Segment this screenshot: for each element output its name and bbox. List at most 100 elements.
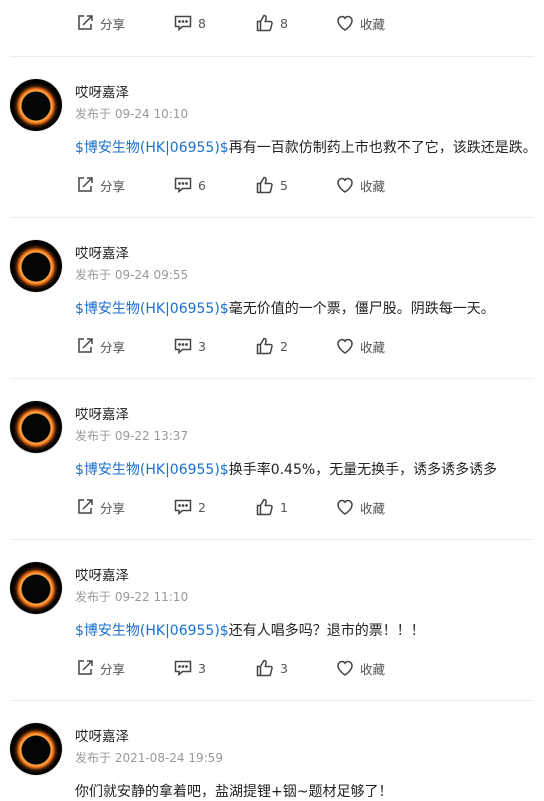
comment-icon bbox=[174, 177, 192, 194]
divider bbox=[10, 378, 534, 379]
post-content: 你们就安静的拿着吧，盐湖提锂+铟~题材足够了！ bbox=[75, 781, 392, 801]
like-count: 8 bbox=[280, 15, 288, 31]
avatar[interactable] bbox=[10, 401, 62, 453]
post-time: 发布于 2021-08-24 19:59 bbox=[75, 751, 223, 765]
post-text: 换手率0.45%，无量无换手，诱多诱多诱多 bbox=[228, 462, 498, 478]
share-icon bbox=[78, 499, 93, 514]
comment-button[interactable]: 6 bbox=[173, 175, 255, 195]
post-time: 发布于 09-22 11:10 bbox=[75, 590, 189, 604]
divider bbox=[10, 217, 534, 218]
post-item: 哎呀嘉泽 发布于 09-24 09:55 $博安生物(HK|06955)$毫无价… bbox=[0, 217, 544, 379]
share-icon bbox=[78, 15, 93, 30]
heart-icon bbox=[337, 338, 353, 354]
comment-icon bbox=[174, 499, 192, 516]
stock-link[interactable]: $博安生物(HK|06955)$ bbox=[75, 301, 229, 317]
post-item: 哎呀嘉泽 发布于 09-22 11:10 $博安生物(HK|06955)$还有人… bbox=[0, 539, 544, 701]
favorite-button[interactable]: 收藏 bbox=[335, 336, 415, 356]
comment-button[interactable]: 8 bbox=[173, 13, 255, 33]
stock-link[interactable]: $博安生物(HK|06955)$ bbox=[75, 623, 229, 639]
heart-icon bbox=[337, 177, 353, 193]
thumbs-up-icon bbox=[256, 176, 273, 194]
favorite-button[interactable]: 收藏 bbox=[335, 658, 415, 678]
avatar[interactable] bbox=[10, 79, 62, 131]
share-icon bbox=[78, 338, 93, 353]
avatar[interactable] bbox=[10, 723, 62, 775]
comment-button[interactable]: 2 bbox=[173, 497, 255, 517]
thumbs-up-icon bbox=[256, 659, 273, 677]
share-button[interactable]: 分享 bbox=[75, 175, 173, 195]
divider bbox=[10, 700, 534, 701]
post-item: 哎呀嘉泽 发布于 09-22 13:37 $博安生物(HK|06955)$换手率… bbox=[0, 378, 544, 540]
thumbs-up-icon bbox=[256, 337, 273, 355]
post-actions: 分享 2 1 收藏 bbox=[75, 494, 415, 520]
favorite-button[interactable]: 收藏 bbox=[335, 13, 415, 33]
share-button[interactable]: 分享 bbox=[75, 13, 173, 33]
stock-link[interactable]: $博安生物(HK|06955)$ bbox=[75, 140, 229, 156]
share-label: 分享 bbox=[100, 16, 126, 32]
comment-button[interactable]: 3 bbox=[173, 658, 255, 678]
stock-link[interactable]: $博安生物(HK|06955)$ bbox=[75, 462, 229, 478]
post-time: 发布于 09-24 09:55 bbox=[75, 268, 189, 282]
share-label: 分享 bbox=[100, 661, 126, 677]
like-button[interactable]: 2 bbox=[255, 336, 335, 356]
like-button[interactable]: 5 bbox=[255, 175, 335, 195]
like-count: 5 bbox=[280, 177, 288, 193]
post-content: $博安生物(HK|06955)$毫无价值的一个票，僵尸股。阴跌每一天。 bbox=[75, 298, 495, 318]
post-content: $博安生物(HK|06955)$再有一百款仿制药上市也救不了它，该跌还是跌。 bbox=[75, 137, 537, 157]
avatar[interactable] bbox=[10, 562, 62, 614]
comment-count: 2 bbox=[198, 499, 206, 515]
like-count: 2 bbox=[280, 338, 288, 354]
post-item: 哎呀嘉泽 发布于 09-24 10:10 $博安生物(HK|06955)$再有一… bbox=[0, 56, 544, 218]
username[interactable]: 哎呀嘉泽 bbox=[75, 564, 129, 584]
favorite-button[interactable]: 收藏 bbox=[335, 497, 415, 517]
divider bbox=[10, 539, 534, 540]
like-count: 3 bbox=[280, 660, 288, 676]
heart-icon bbox=[337, 660, 353, 676]
favorite-label: 收藏 bbox=[360, 500, 386, 516]
post-time: 发布于 09-24 10:10 bbox=[75, 107, 189, 121]
comment-count: 3 bbox=[198, 660, 206, 676]
comment-count: 6 bbox=[198, 177, 206, 193]
post-content: $博安生物(HK|06955)$还有人唱多吗？退市的票！！！ bbox=[75, 620, 425, 640]
username[interactable]: 哎呀嘉泽 bbox=[75, 242, 129, 262]
favorite-label: 收藏 bbox=[360, 16, 386, 32]
post-actions: 分享 3 2 收藏 bbox=[75, 333, 415, 359]
top-post-actions: 分享 8 8 收藏 bbox=[75, 10, 415, 36]
username[interactable]: 哎呀嘉泽 bbox=[75, 725, 129, 745]
share-label: 分享 bbox=[100, 500, 126, 516]
thumbs-up-icon bbox=[256, 498, 273, 516]
share-button[interactable]: 分享 bbox=[75, 497, 173, 517]
comment-count: 8 bbox=[198, 15, 206, 31]
share-icon bbox=[78, 660, 93, 675]
comment-icon bbox=[174, 15, 192, 32]
share-label: 分享 bbox=[100, 339, 126, 355]
favorite-label: 收藏 bbox=[360, 661, 386, 677]
post-item: 哎呀嘉泽 发布于 2021-08-24 19:59 你们就安静的拿着吧，盐湖提锂… bbox=[0, 700, 544, 801]
share-button[interactable]: 分享 bbox=[75, 658, 173, 678]
like-button[interactable]: 1 bbox=[255, 497, 335, 517]
comment-button[interactable]: 3 bbox=[173, 336, 255, 356]
heart-icon bbox=[337, 15, 353, 31]
username[interactable]: 哎呀嘉泽 bbox=[75, 81, 129, 101]
username[interactable]: 哎呀嘉泽 bbox=[75, 403, 129, 423]
like-button[interactable]: 3 bbox=[255, 658, 335, 678]
thumbs-up-icon bbox=[256, 14, 273, 32]
favorite-label: 收藏 bbox=[360, 339, 386, 355]
post-content: $博安生物(HK|06955)$换手率0.45%，无量无换手，诱多诱多诱多 bbox=[75, 459, 497, 479]
share-icon bbox=[78, 177, 93, 192]
favorite-label: 收藏 bbox=[360, 178, 386, 194]
heart-icon bbox=[337, 499, 353, 515]
post-text: 再有一百款仿制药上市也救不了它，该跌还是跌。 bbox=[228, 140, 537, 156]
comment-icon bbox=[174, 338, 192, 355]
like-button[interactable]: 8 bbox=[255, 13, 335, 33]
favorite-button[interactable]: 收藏 bbox=[335, 175, 415, 195]
post-text: 你们就安静的拿着吧，盐湖提锂+铟~题材足够了！ bbox=[75, 784, 393, 800]
comment-count: 3 bbox=[198, 338, 206, 354]
avatar[interactable] bbox=[10, 240, 62, 292]
share-button[interactable]: 分享 bbox=[75, 336, 173, 356]
share-label: 分享 bbox=[100, 178, 126, 194]
post-text: 毫无价值的一个票，僵尸股。阴跌每一天。 bbox=[228, 301, 495, 317]
divider bbox=[10, 56, 534, 57]
post-actions: 分享 3 3 收藏 bbox=[75, 655, 415, 681]
like-count: 1 bbox=[280, 499, 288, 515]
